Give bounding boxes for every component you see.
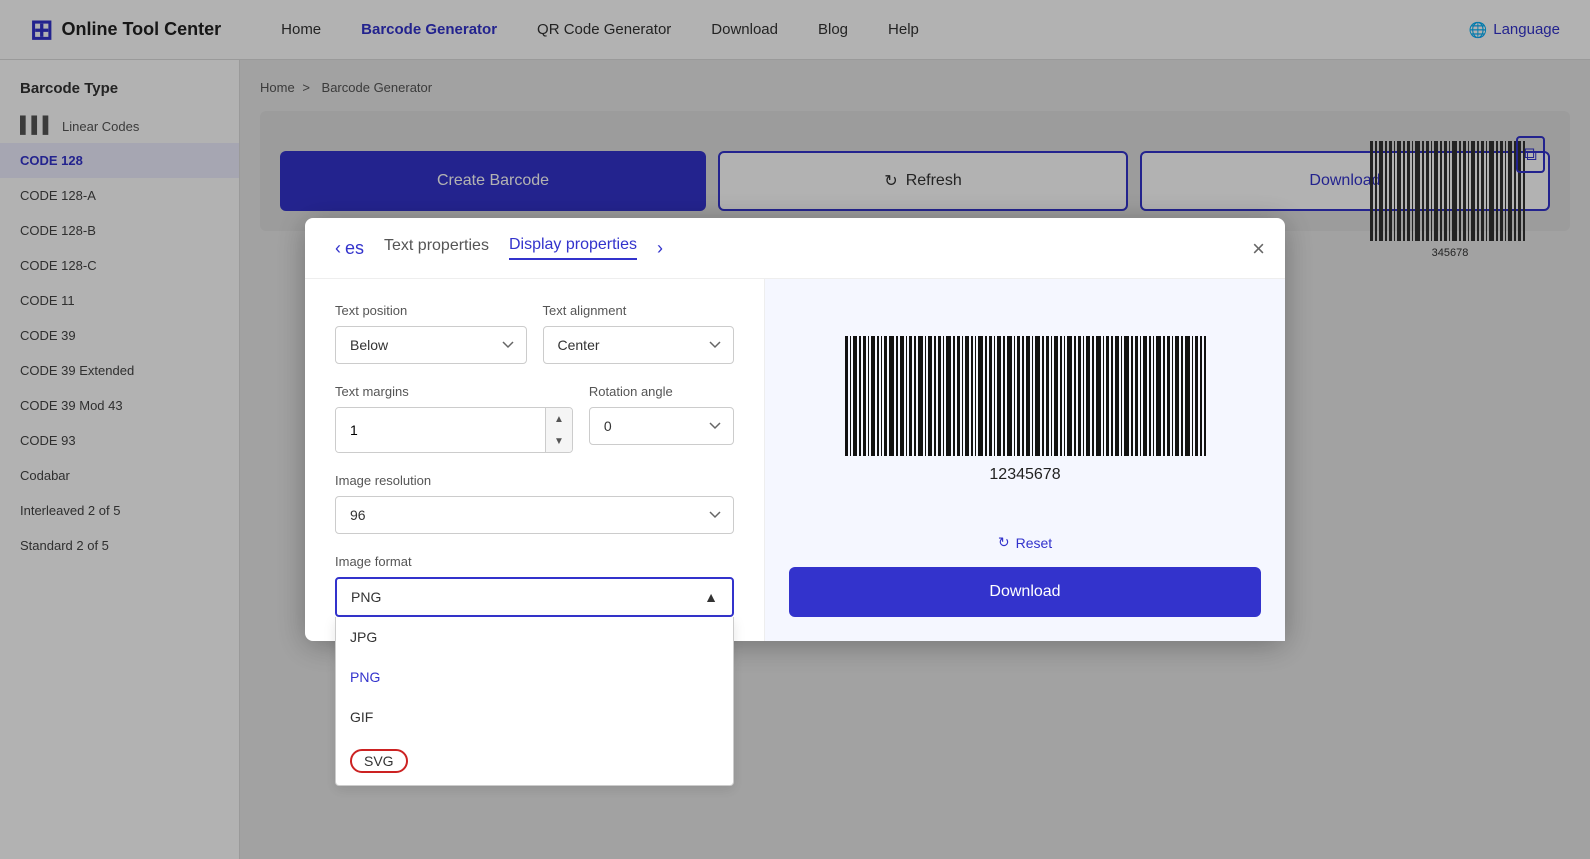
image-format-value: PNG xyxy=(351,589,381,605)
format-option-png[interactable]: PNG xyxy=(336,657,733,697)
image-resolution-select[interactable]: 96 150 300 xyxy=(335,496,734,534)
modal-prev-label: es xyxy=(345,238,364,259)
text-position-label: Text position xyxy=(335,303,527,318)
image-resolution-group: Image resolution 96 150 300 xyxy=(335,473,734,534)
modal-dialog: ‹ es Text properties Display properties … xyxy=(305,218,1285,641)
modal-body: Text position Below Above None Text alig… xyxy=(305,279,1285,641)
text-position-select[interactable]: Below Above None xyxy=(335,326,527,364)
modal-close-button[interactable]: × xyxy=(1252,236,1265,262)
image-format-dropdown: JPG PNG GIF SVG xyxy=(335,617,734,786)
modal-tab-display[interactable]: Display properties xyxy=(509,236,637,260)
svg-circle-label: SVG xyxy=(350,749,408,773)
text-margins-down[interactable]: ▼ xyxy=(546,430,572,452)
image-resolution-label: Image resolution xyxy=(335,473,734,488)
text-position-group: Text position Below Above None xyxy=(335,303,527,364)
format-option-jpg[interactable]: JPG xyxy=(336,617,733,657)
modal-left-panel: Text position Below Above None Text alig… xyxy=(305,279,765,641)
text-margins-up[interactable]: ▲ xyxy=(546,408,572,430)
modal-next-button[interactable]: › xyxy=(657,238,663,259)
barcode-image: 12345678 xyxy=(835,331,1215,491)
chevron-up-icon: ▲ xyxy=(704,589,718,605)
rotation-angle-group: Rotation angle 0 90 180 270 xyxy=(589,384,734,453)
barcode-preview: 12345678 xyxy=(789,303,1261,518)
text-margins-group: Text margins ▲ ▼ xyxy=(335,384,573,453)
text-alignment-group: Text alignment Center Left Right xyxy=(543,303,735,364)
reset-button[interactable]: ↻ Reset xyxy=(998,534,1052,551)
image-format-group: Image format PNG ▲ JPG PNG GIF SVG xyxy=(335,554,734,617)
text-alignment-label: Text alignment xyxy=(543,303,735,318)
image-format-select-wrapper: PNG ▲ JPG PNG GIF SVG xyxy=(335,577,734,617)
rotation-angle-label: Rotation angle xyxy=(589,384,734,399)
text-alignment-select[interactable]: Center Left Right xyxy=(543,326,735,364)
chevron-left-icon: ‹ xyxy=(335,238,341,259)
modal-right-panel: 12345678 ↻ Reset Download xyxy=(765,279,1285,641)
format-option-svg[interactable]: SVG xyxy=(336,737,733,785)
rotation-angle-select[interactable]: 0 90 180 270 xyxy=(589,407,734,445)
text-margins-label: Text margins xyxy=(335,384,573,399)
form-row-3: Image resolution 96 150 300 xyxy=(335,473,734,534)
reset-icon: ↻ xyxy=(998,534,1010,551)
image-format-label: Image format xyxy=(335,554,734,569)
text-margins-spinners: ▲ ▼ xyxy=(545,408,572,452)
modal-download-button[interactable]: Download xyxy=(789,567,1261,617)
reset-label: Reset xyxy=(1016,535,1053,551)
modal-header: ‹ es Text properties Display properties … xyxy=(305,218,1285,279)
text-margins-input-wrapper: ▲ ▼ xyxy=(335,407,573,453)
format-option-gif[interactable]: GIF xyxy=(336,697,733,737)
text-margins-input[interactable] xyxy=(336,408,545,452)
form-row-2: Text margins ▲ ▼ Rotation angle 0 xyxy=(335,384,734,453)
modal-tab-text[interactable]: Text properties xyxy=(384,237,489,259)
modal-prev-button[interactable]: ‹ es xyxy=(335,238,364,259)
modal-overlay[interactable]: ‹ es Text properties Display properties … xyxy=(0,0,1590,859)
image-format-display[interactable]: PNG ▲ xyxy=(335,577,734,617)
svg-text:12345678: 12345678 xyxy=(989,466,1060,483)
form-row-1: Text position Below Above None Text alig… xyxy=(335,303,734,364)
